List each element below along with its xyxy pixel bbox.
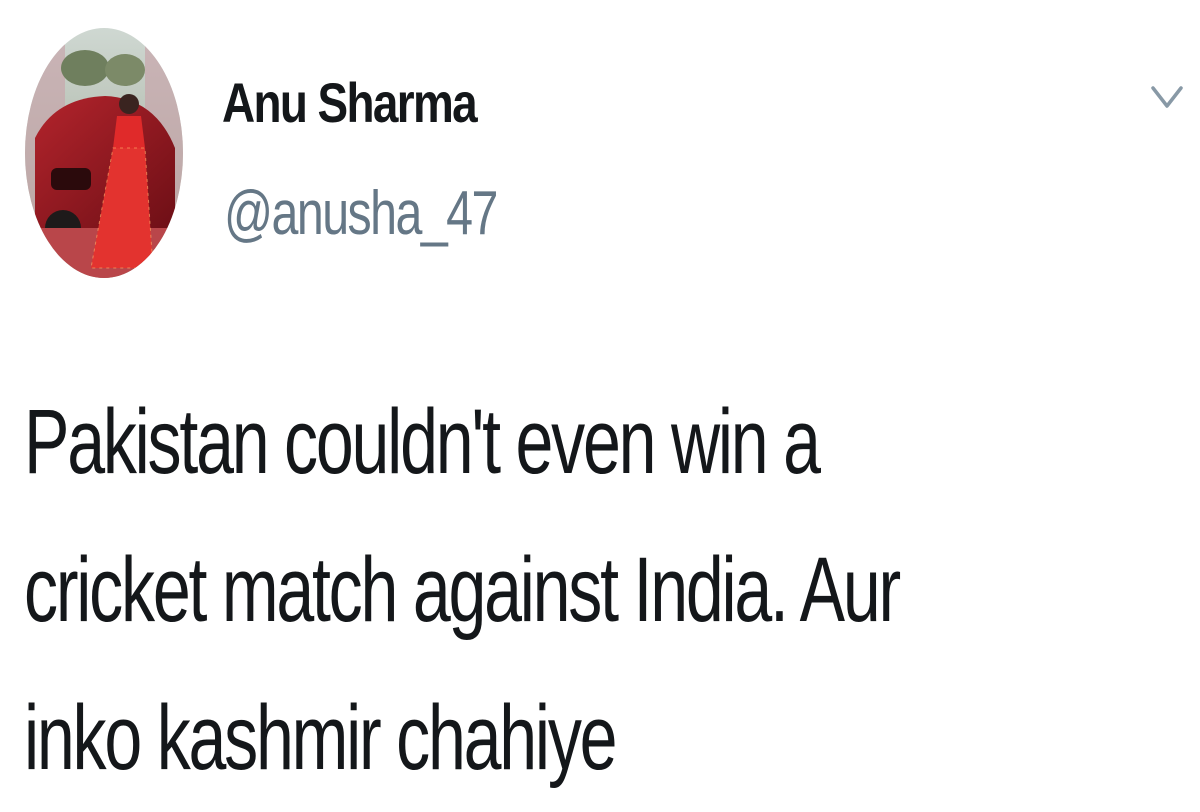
profile-photo-icon — [25, 28, 183, 278]
tweet-text-line: Pakistan couldn't even win a — [24, 391, 821, 493]
tweet-text-line: cricket match against India. Aur — [24, 539, 901, 641]
author-display-name[interactable]: Anu Sharma — [222, 70, 478, 135]
tweet-text-line: inko kashmir chahiye — [24, 687, 618, 789]
tweet-card: Anu Sharma @anusha_47 Pakistan couldn't … — [0, 0, 1200, 810]
author-handle[interactable]: @anusha_47 — [224, 178, 498, 249]
chevron-down-icon[interactable] — [1147, 80, 1187, 114]
tweet-text: Pakistan couldn't even win a cricket mat… — [24, 368, 1134, 812]
author-avatar[interactable] — [25, 28, 183, 278]
